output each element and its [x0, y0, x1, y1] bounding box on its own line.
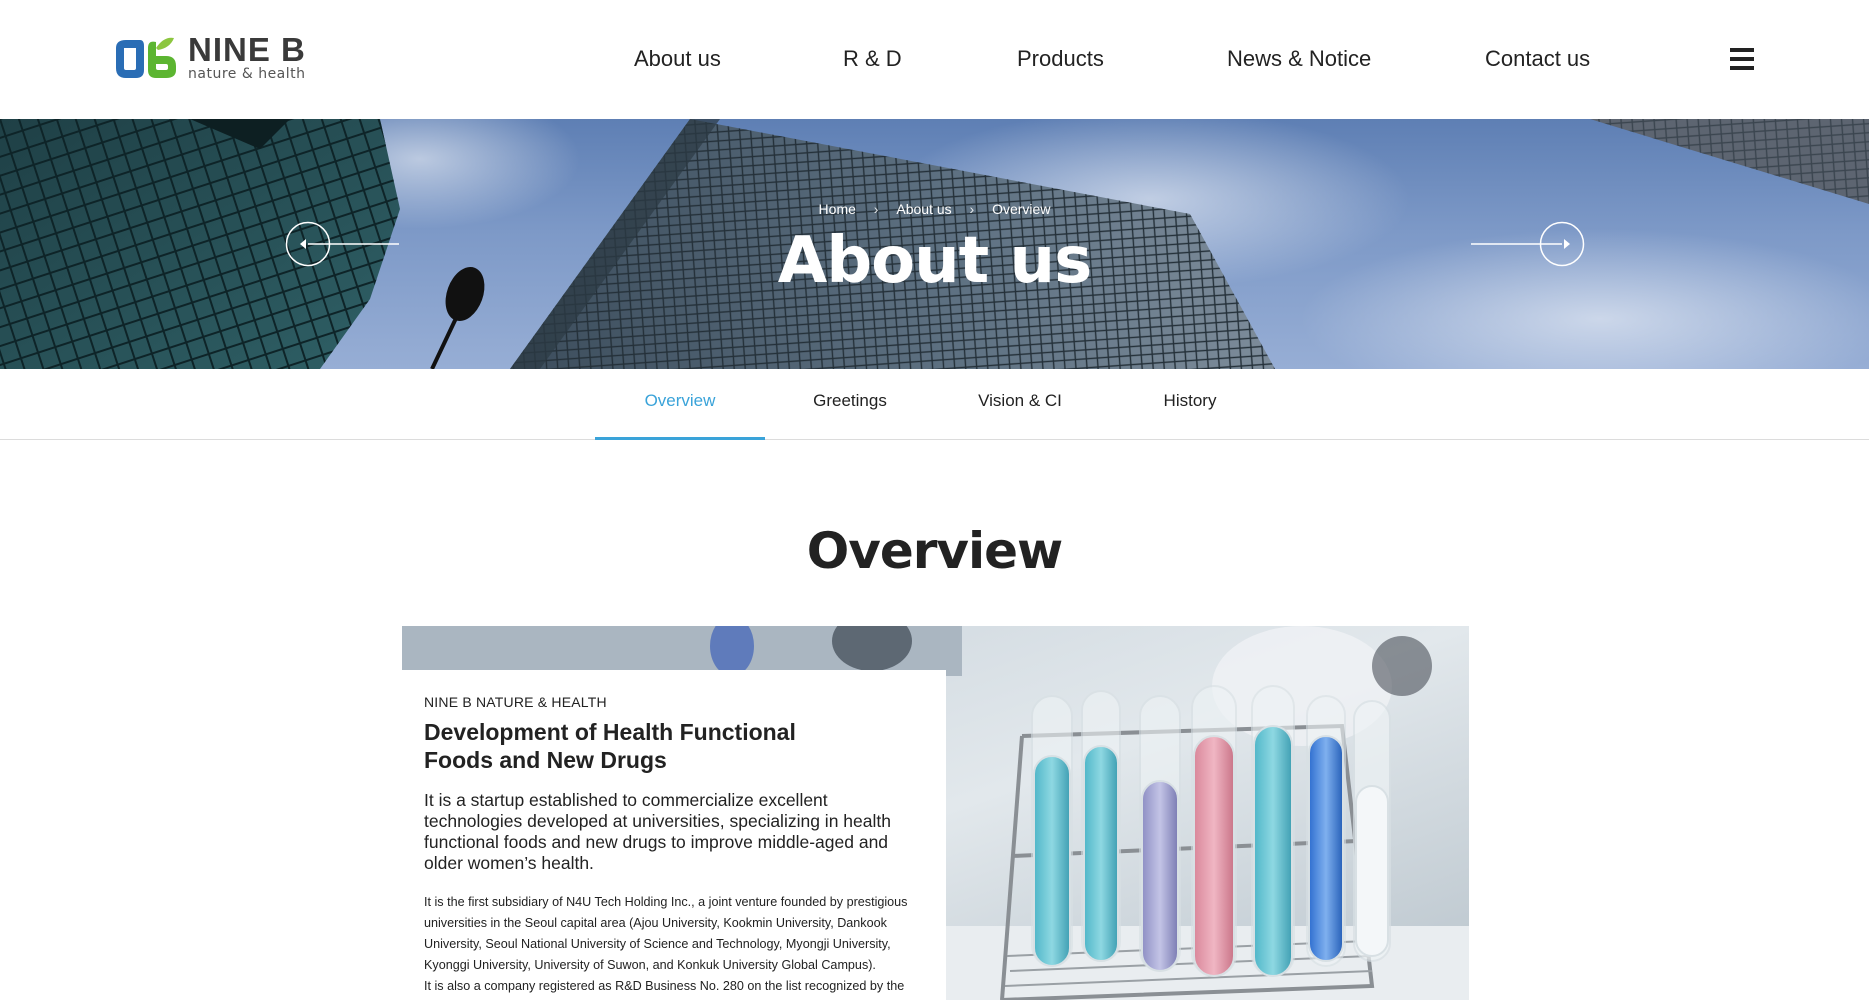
subpage-tabs: Overview Greetings Vision & CI History [0, 369, 1869, 440]
prev-arrow-button[interactable] [285, 221, 401, 267]
breadcrumb: Home › About us › Overview [0, 201, 1869, 217]
nav-contact-us[interactable]: Contact us [1485, 44, 1590, 74]
breadcrumb-about-us[interactable]: About us [896, 201, 951, 217]
chevron-right-icon: › [969, 201, 975, 217]
arrow-left-icon [285, 221, 399, 267]
overview-body-2: It is also a company registered as R&D B… [424, 979, 905, 993]
hero-title: About us [777, 224, 1092, 298]
nav-products[interactable]: Products [1017, 44, 1104, 74]
nav-news-notice[interactable]: News & Notice [1227, 44, 1371, 74]
nav-about-us[interactable]: About us [634, 44, 721, 74]
chevron-right-icon: › [873, 201, 879, 217]
section-title: Overview [806, 522, 1064, 580]
hamburger-icon[interactable] [1730, 48, 1754, 70]
overview-body-1: It is the first subsidiary of N4U Tech H… [424, 895, 908, 972]
tab-greetings[interactable]: Greetings [765, 369, 935, 440]
next-arrow-button[interactable] [1469, 221, 1585, 267]
tab-history[interactable]: History [1105, 369, 1275, 440]
company-name-label: NINE B NATURE & HEALTH [424, 694, 607, 710]
hero-banner: Home › About us › Overview About us [0, 119, 1869, 369]
overview-lead: It is a startup established to commercia… [424, 790, 891, 873]
tab-overview[interactable]: Overview [595, 369, 765, 440]
main-nav: About us R & D Products News & Notice Co… [0, 44, 1869, 74]
site-header: NINE B nature & health About us R & D Pr… [0, 0, 1869, 119]
nav-rnd[interactable]: R & D [843, 44, 902, 74]
overview-text-card: NINE B NATURE & HEALTH Development of He… [402, 670, 946, 1000]
tab-vision-ci[interactable]: Vision & CI [935, 369, 1105, 440]
arrow-right-icon [1471, 221, 1585, 267]
breadcrumb-overview[interactable]: Overview [992, 201, 1050, 217]
overview-headline: Development of Health Functional Foods a… [424, 719, 796, 773]
breadcrumb-home[interactable]: Home [819, 201, 856, 217]
